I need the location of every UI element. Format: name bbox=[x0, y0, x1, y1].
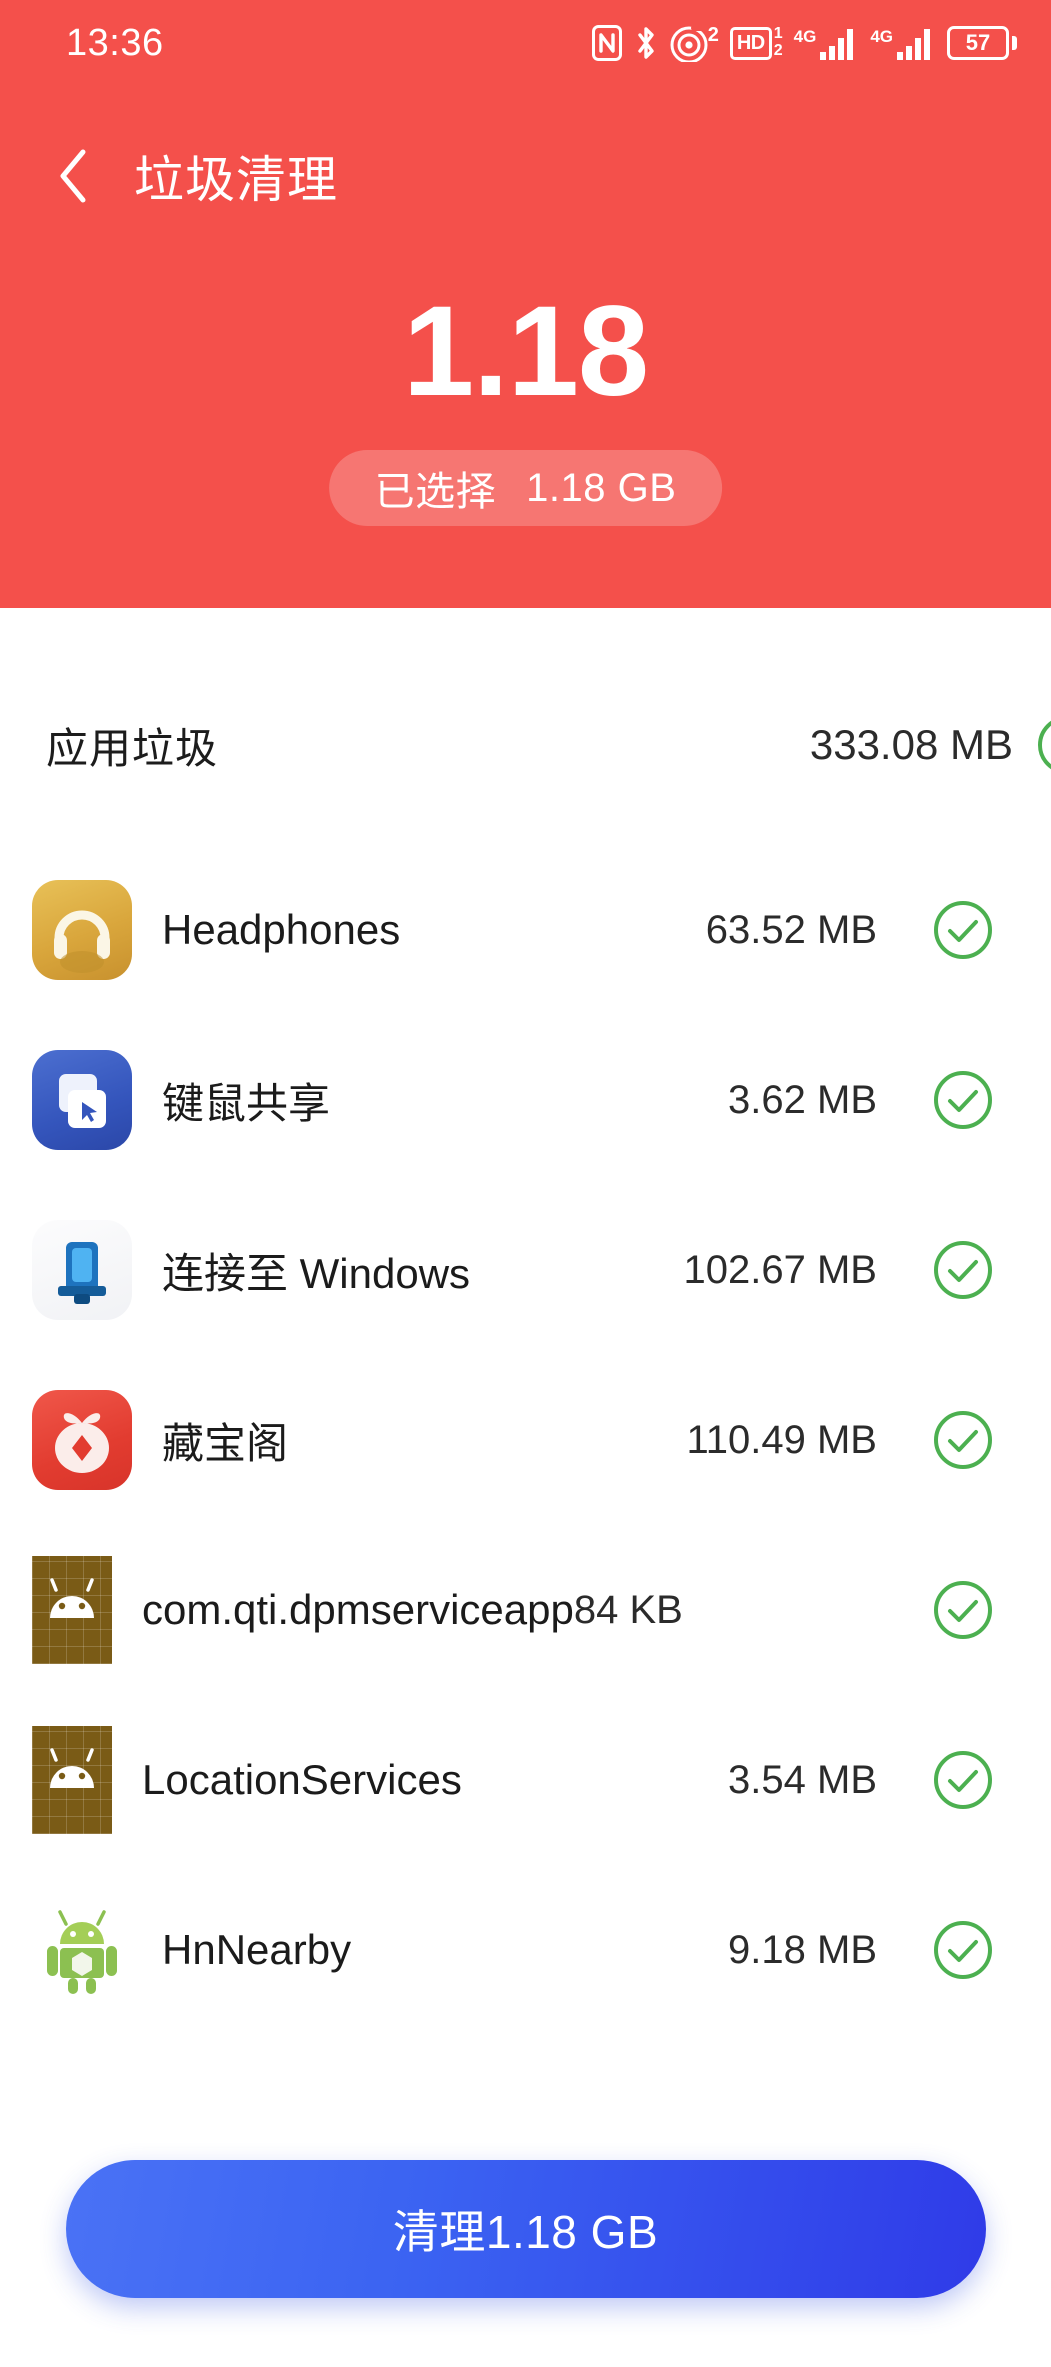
hd-sim-stack: 1 2 bbox=[773, 25, 783, 60]
status-icons: 2 HD 1 2 4G 4G 57 bbox=[591, 24, 1017, 63]
junk-cleanup-screen: 13:36 2 HD 1 2 4G 4G 57 垃圾清理 1.18 已选择 1.… bbox=[0, 0, 1051, 2367]
android-default-app-icon bbox=[32, 1726, 112, 1834]
hd-voice-group: HD 1 2 bbox=[729, 25, 783, 60]
section-size: 333.08 MB bbox=[809, 721, 1013, 768]
android-robot-app-icon bbox=[32, 1900, 132, 2000]
list-item[interactable]: Headphones 63.52 MB bbox=[0, 845, 1051, 1015]
header-panel: 13:36 2 HD 1 2 4G 4G 57 垃圾清理 1.18 已选择 1.… bbox=[0, 0, 1051, 608]
link-to-windows-app-icon bbox=[32, 1220, 132, 1320]
list-item-size: 102.67 MB bbox=[683, 1247, 877, 1292]
app-junk-list: Headphones 63.52 MB 键鼠共享 3.62 MB 连接至 Win… bbox=[0, 845, 1051, 2035]
list-item-check-icon[interactable] bbox=[931, 1748, 995, 1812]
battery-cap bbox=[1012, 36, 1017, 50]
headphones-app-icon bbox=[32, 880, 132, 980]
list-item-name: 键鼠共享 bbox=[162, 1079, 331, 1127]
list-item-name: com.qti.dpmserviceapp bbox=[142, 1586, 574, 1633]
clean-button-label: 清理1.18 GB bbox=[392, 2206, 659, 2258]
hd-sim-top: 1 bbox=[773, 25, 783, 43]
list-item[interactable]: 藏宝阁 110.49 MB bbox=[0, 1355, 1051, 1525]
total-amount-value: 1.18 bbox=[402, 280, 649, 423]
hotspot-icon bbox=[670, 25, 708, 62]
cta-container: 清理1.18 GB bbox=[0, 2160, 1051, 2298]
list-item-size: 3.62 MB bbox=[728, 1077, 877, 1122]
back-button[interactable] bbox=[56, 140, 112, 212]
list-item[interactable]: HnNearby 9.18 MB bbox=[0, 1865, 1051, 2035]
list-item-size: 3.54 MB bbox=[728, 1757, 877, 1802]
section-header-right: 333.08 MB bbox=[810, 713, 1051, 777]
android-default-app-icon bbox=[32, 1556, 112, 1664]
list-item-size: 84 KB bbox=[573, 1587, 683, 1632]
signal-sim2-label: 4G bbox=[870, 27, 893, 46]
signal-4g-sim1-icon: 4G bbox=[794, 25, 860, 61]
selected-size: 1.18 GB bbox=[526, 465, 677, 510]
list-item-name: HnNearby bbox=[162, 1926, 352, 1973]
list-item[interactable]: com.qti.dpmserviceapp 84 KB bbox=[0, 1525, 1051, 1695]
signal-4g-sim2-icon: 4G bbox=[870, 25, 936, 61]
selected-summary-pill: 已选择 1.18 GB bbox=[328, 450, 723, 526]
list-item-check-icon[interactable] bbox=[931, 1068, 995, 1132]
list-item-name: LocationServices bbox=[142, 1756, 462, 1803]
signal-bars-sim2-icon bbox=[897, 29, 930, 60]
list-item-size: 110.49 MB bbox=[686, 1417, 878, 1462]
status-time: 13:36 bbox=[66, 21, 164, 64]
battery-icon: 57 bbox=[947, 26, 1017, 60]
chevron-left-icon bbox=[60, 149, 86, 203]
section-title: 应用垃圾 bbox=[46, 724, 219, 772]
selected-label: 已选择 bbox=[374, 470, 497, 514]
hotspot-sim-superscript: 2 bbox=[707, 23, 719, 46]
list-item-check-icon[interactable] bbox=[931, 1918, 995, 1982]
nfc-icon bbox=[591, 25, 622, 61]
list-item-name: 连接至 Windows bbox=[162, 1249, 471, 1297]
list-item-name: Headphones bbox=[162, 906, 401, 953]
hd-sim-bottom: 2 bbox=[773, 42, 783, 59]
cangbaoge-app-icon bbox=[32, 1390, 132, 1490]
signal-bars-sim1-icon bbox=[820, 29, 854, 60]
list-item-check-icon[interactable] bbox=[931, 1578, 995, 1642]
keyboard-mouse-share-app-icon bbox=[32, 1050, 132, 1150]
section-check-icon[interactable] bbox=[1035, 713, 1051, 777]
hd-voice-icon: HD bbox=[729, 26, 772, 60]
hotspot-group: 2 bbox=[670, 24, 719, 63]
section-header-app-junk[interactable]: 应用垃圾 333.08 MB bbox=[0, 690, 1051, 800]
list-item[interactable]: LocationServices 3.54 MB bbox=[0, 1695, 1051, 1865]
list-item-size: 9.18 MB bbox=[728, 1927, 877, 1972]
list-item-size: 63.52 MB bbox=[705, 907, 877, 952]
title-bar: 垃圾清理 bbox=[0, 128, 1051, 224]
list-item-check-icon[interactable] bbox=[931, 1408, 995, 1472]
list-item[interactable]: 连接至 Windows 102.67 MB bbox=[0, 1185, 1051, 1355]
signal-sim1-label: 4G bbox=[793, 27, 817, 46]
battery-level-label: 57 bbox=[947, 26, 1009, 60]
list-item-check-icon[interactable] bbox=[931, 898, 995, 962]
page-title: 垃圾清理 bbox=[134, 152, 338, 208]
list-item-name: 藏宝阁 bbox=[162, 1419, 289, 1467]
list-item[interactable]: 键鼠共享 3.62 MB bbox=[0, 1015, 1051, 1185]
status-bar: 13:36 2 HD 1 2 4G 4G 57 bbox=[0, 0, 1051, 86]
bluetooth-icon bbox=[638, 27, 654, 59]
clean-button[interactable]: 清理1.18 GB bbox=[65, 2160, 986, 2298]
list-item-check-icon[interactable] bbox=[931, 1238, 995, 1302]
